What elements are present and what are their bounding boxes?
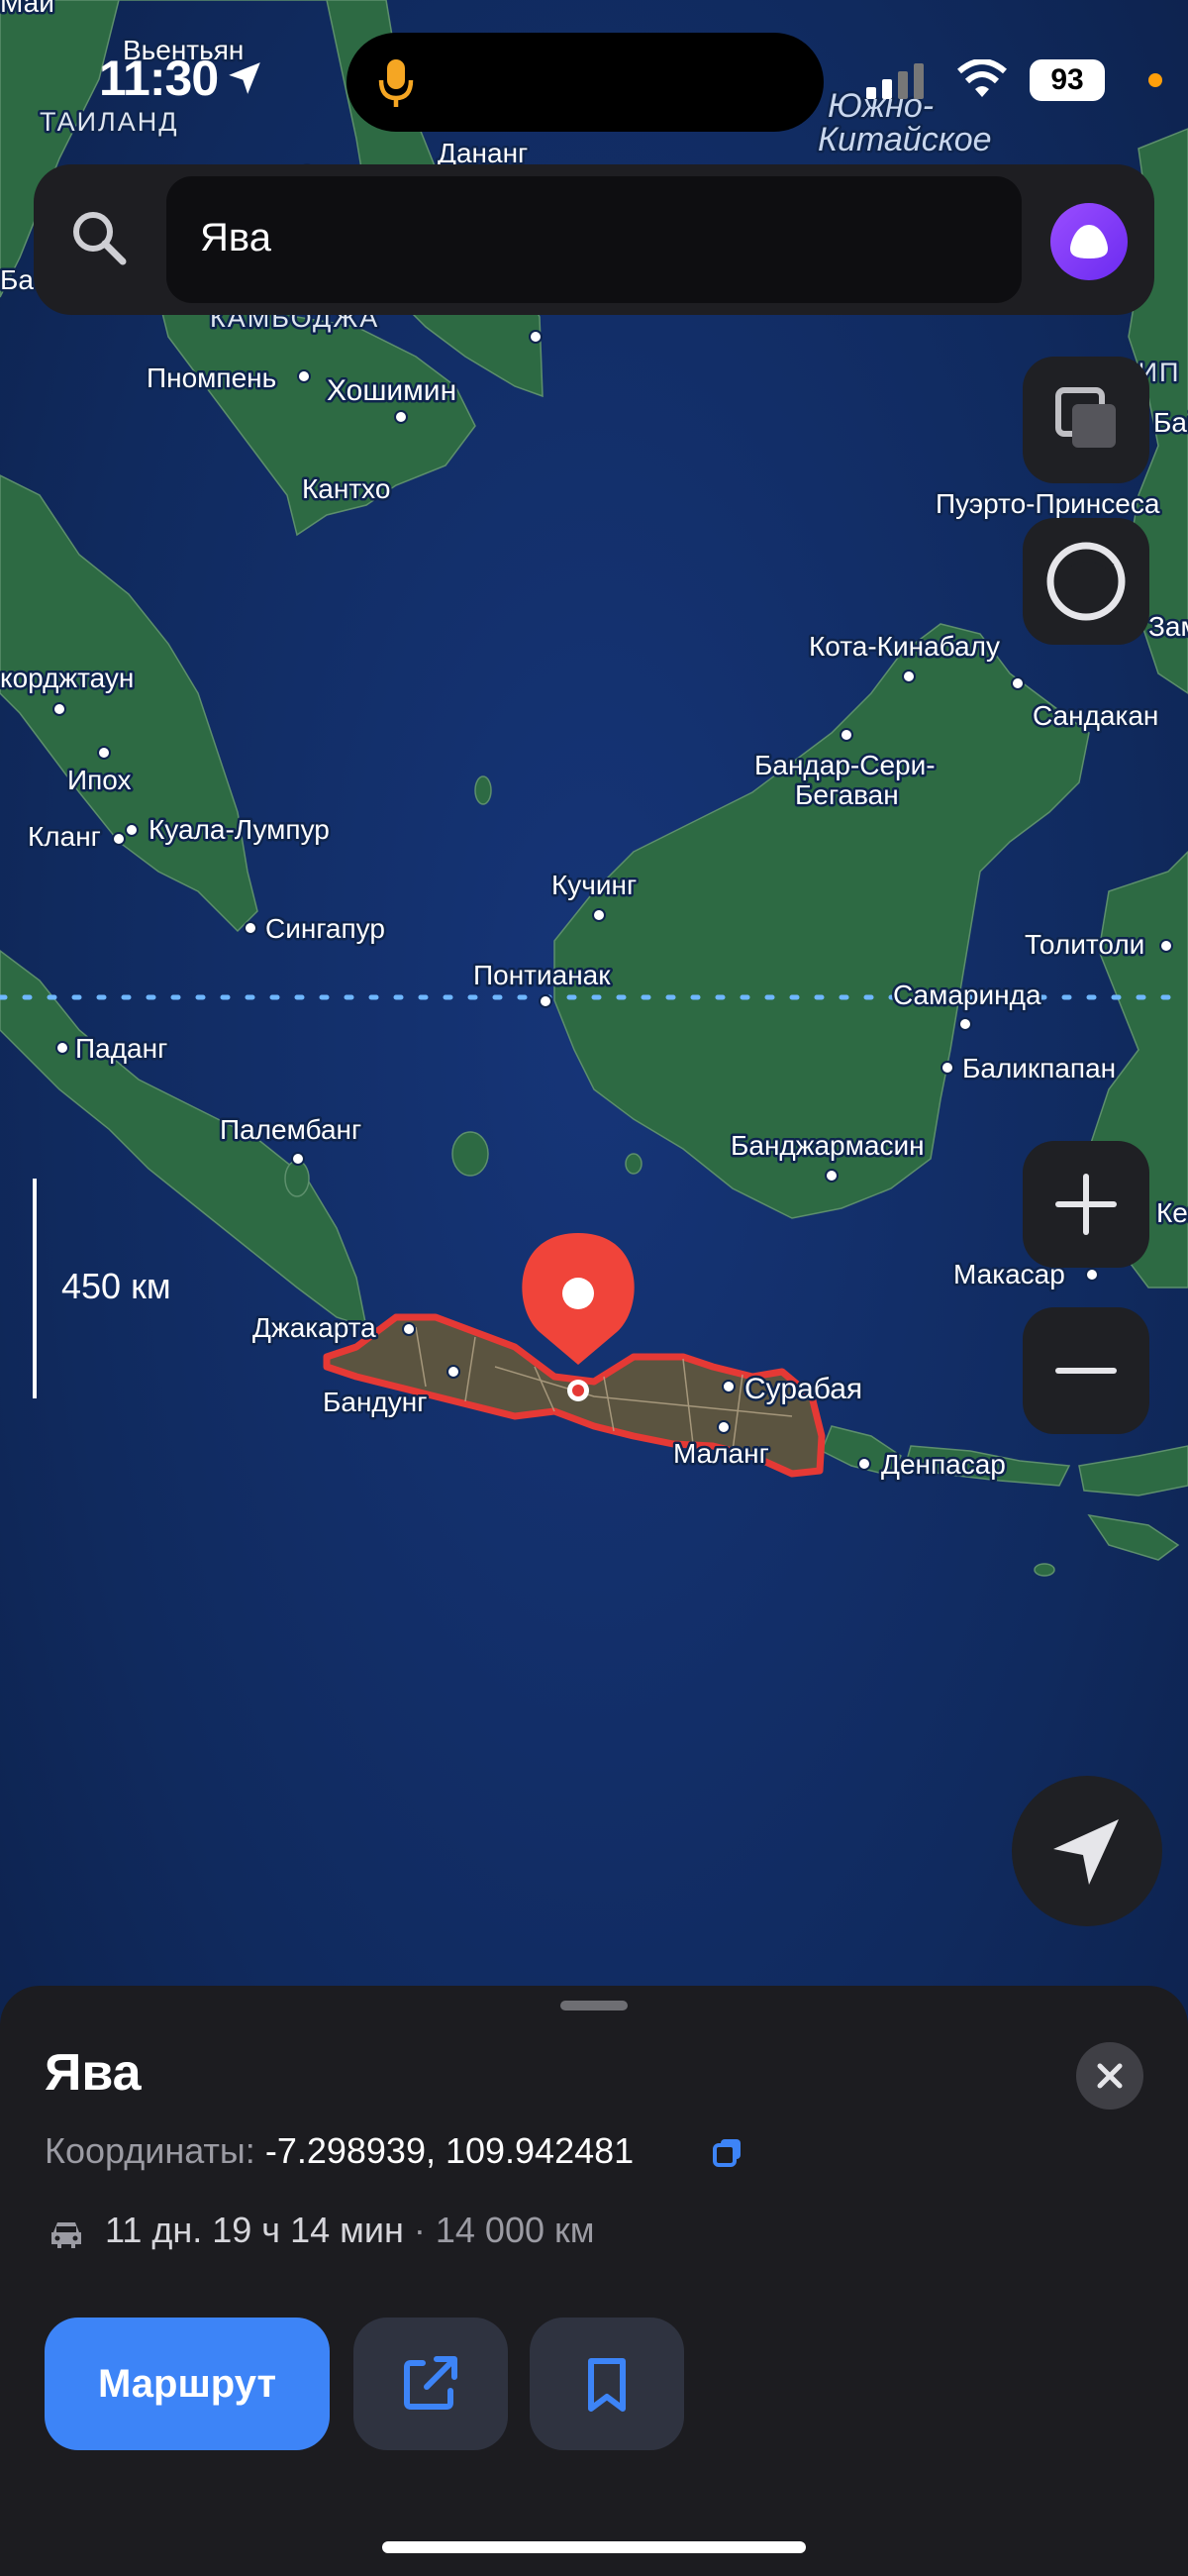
search-input[interactable]: [166, 176, 1022, 303]
copy-icon[interactable]: [711, 2135, 744, 2169]
zoom-in-icon: [1055, 1174, 1117, 1235]
status-time: 11:30: [99, 51, 219, 106]
layers-icon: [1055, 387, 1116, 448]
scale-label: 450 км: [61, 1266, 171, 1306]
close-button[interactable]: [1076, 2042, 1143, 2110]
navigation-button[interactable]: [1012, 1776, 1162, 1926]
scale-bar: [33, 1179, 37, 1398]
bookmark-icon: [588, 2358, 626, 2412]
svg-text:Кучинг: Кучинг: [551, 870, 637, 900]
zoom-out-button[interactable]: [1023, 1307, 1149, 1434]
place-title: Ява: [45, 2044, 142, 2102]
privacy-indicator: [1148, 73, 1162, 87]
svg-text:Бандар-Сери-: Бандар-Сери-: [754, 750, 936, 780]
svg-text:Маланг: Маланг: [673, 1438, 769, 1469]
svg-text:Баликпапан: Баликпапан: [962, 1053, 1116, 1083]
sheet-grabber[interactable]: [560, 2001, 628, 2010]
svg-text:Ба: Ба: [0, 264, 34, 295]
svg-text:Бандунг: Бандунг: [323, 1387, 427, 1417]
home-indicator: [382, 2541, 806, 2553]
alice-assistant-icon[interactable]: [1050, 203, 1128, 280]
svg-text:Замбоан: Замбоан: [1148, 611, 1188, 642]
svg-text:Куала-Лумпур: Куала-Лумпур: [148, 814, 330, 845]
layers-button[interactable]: [1023, 357, 1149, 483]
navigation-arrow-icon: [1053, 1819, 1119, 1885]
location-arrow-icon: [229, 62, 260, 94]
zoom-out-icon: [1055, 1368, 1117, 1374]
battery-icon: 93: [1030, 59, 1105, 101]
svg-text:Кантхо: Кантхо: [302, 473, 390, 504]
svg-text:Джакарта: Джакарта: [252, 1312, 376, 1343]
svg-text:Самаринда: Самаринда: [893, 979, 1041, 1010]
svg-text:Понтианак: Понтианак: [473, 960, 611, 990]
route-duration: 11 дн. 19 ч 14 мин: [105, 2210, 404, 2250]
svg-text:Банджармасин: Банджармасин: [731, 1130, 925, 1161]
search-icon[interactable]: [69, 208, 129, 267]
route-button[interactable]: Маршрут: [45, 2318, 330, 2450]
status-bar: 11:30 93: [0, 0, 1188, 149]
svg-text:Кота-Кинабалу: Кота-Кинабалу: [809, 631, 1000, 662]
svg-text:Кланг: Кланг: [28, 821, 101, 852]
search-input-value[interactable]: Ява: [200, 216, 271, 260]
svg-text:Хошимин: Хошимин: [327, 374, 456, 407]
svg-text:Бай: Бай: [1153, 407, 1188, 438]
route-info: 11 дн. 19 ч 14 мин · 14 000 км: [105, 2210, 595, 2251]
coordinates-label: Координаты:: [45, 2130, 255, 2171]
dynamic-island: [346, 33, 824, 132]
svg-text:Пномпень: Пномпень: [147, 362, 276, 393]
svg-text:Палембанг: Палембанг: [220, 1114, 361, 1145]
svg-text:Бегаван: Бегаван: [795, 779, 899, 810]
car-icon: [51, 2222, 81, 2248]
svg-text:Денпасар: Денпасар: [881, 1449, 1006, 1480]
svg-text:Кенд: Кенд: [1156, 1197, 1188, 1228]
bookmark-button[interactable]: [530, 2318, 684, 2450]
coordinates-value[interactable]: -7.298939, 109.942481: [265, 2130, 634, 2171]
svg-text:корджтаун: корджтаун: [0, 663, 134, 693]
microphone-icon: [378, 59, 414, 107]
svg-text:Пуэрто-Принсеса: Пуэрто-Принсеса: [936, 488, 1160, 519]
route-distance: 14 000 км: [435, 2210, 595, 2250]
share-button[interactable]: [353, 2318, 508, 2450]
alice-sphere-button[interactable]: [1023, 518, 1149, 645]
coordinates-row: Координаты: -7.298939, 109.942481: [45, 2130, 634, 2172]
close-icon: [1097, 2063, 1123, 2089]
svg-text:Ипох: Ипох: [67, 765, 132, 795]
svg-text:Сурабая: Сурабая: [744, 1373, 862, 1405]
svg-text:Толитоли: Толитоли: [1025, 929, 1144, 960]
route-separator: ·: [413, 2210, 426, 2250]
zoom-in-button[interactable]: [1023, 1141, 1149, 1268]
svg-text:Паданг: Паданг: [75, 1033, 167, 1064]
alice-sphere-icon: [1046, 542, 1126, 621]
wifi-icon: [957, 59, 1007, 97]
place-card-sheet: [0, 1986, 1188, 2576]
share-icon: [404, 2356, 457, 2410]
signal-icon: [866, 63, 924, 99]
svg-text:Сандакан: Сандакан: [1033, 700, 1158, 731]
svg-text:Сингапур: Сингапур: [265, 913, 385, 944]
